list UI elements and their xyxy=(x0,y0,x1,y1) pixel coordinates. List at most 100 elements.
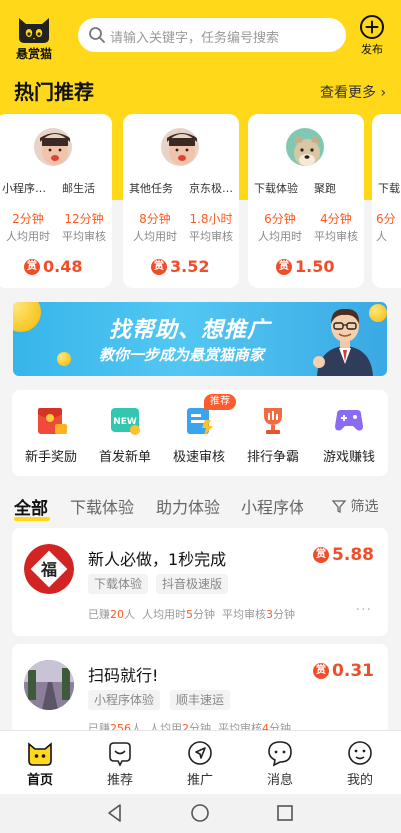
see-more-link[interactable]: 查看更多 › xyxy=(320,82,386,102)
hot-card[interactable]: 其他任务 京东极… 8分钟 1.8小时 人均用时 平均审核 赏 3.52 xyxy=(123,114,239,288)
see-more-label: 查看更多 xyxy=(320,85,376,101)
avg-time-value: 8分钟 xyxy=(139,212,171,226)
reward-amount: 3.52 xyxy=(170,257,210,276)
quick-entry-first-order[interactable]: NEW 首发新单 xyxy=(90,402,160,465)
hot-card-partial[interactable]: 下载 6分 人 xyxy=(372,114,401,288)
nav-messages[interactable]: 消息 xyxy=(250,739,310,788)
tab-mini-program[interactable]: 小程序体 xyxy=(241,494,303,518)
task-tag: 下载体验 xyxy=(88,574,149,594)
reward: 赏 0.48 xyxy=(24,256,82,276)
quick-entry-label: 排行争霸 xyxy=(246,450,299,465)
search-icon xyxy=(89,27,105,43)
nav-profile[interactable]: 我的 xyxy=(330,739,390,788)
category-tabs: 全部 下载体验 助力体验 小程序体 筛选 xyxy=(0,490,401,524)
more-options-icon[interactable]: ··· xyxy=(356,602,372,618)
nav-label: 推广 xyxy=(186,773,213,788)
tab-download[interactable]: 下载体验 xyxy=(70,494,134,518)
quick-entry-panel: 新手奖励 NEW 首发新单 极速审核 排行争霸 游戏赚钱 xyxy=(12,390,388,476)
review-time-label: 平均审核 xyxy=(189,230,233,243)
tab-assist[interactable]: 助力体验 xyxy=(156,494,220,518)
active-tab-indicator xyxy=(14,517,50,521)
dog-avatar-icon xyxy=(284,126,326,168)
chevron-right-icon: › xyxy=(380,85,387,101)
promote-icon xyxy=(188,741,212,765)
profile-icon xyxy=(348,741,372,765)
task-reward: 赏 5.88 xyxy=(313,544,374,565)
task-title: 扫码就行! xyxy=(88,666,159,685)
task-card[interactable]: 扫码就行! 小程序体验 顺丰速运 已赚256人 人均用2分钟 平均审核4分钟 赏… xyxy=(12,644,388,730)
quick-entry-fast-review[interactable]: 极速审核 xyxy=(164,402,234,465)
search-input[interactable]: 请输入关键字，任务编号搜索 xyxy=(110,27,279,46)
message-icon xyxy=(268,741,292,767)
nav-promote[interactable]: 推广 xyxy=(170,739,230,788)
task-stats: 已赚256人 人均用2分钟 平均审核4分钟 xyxy=(88,722,291,730)
card-tag: 下载体验 xyxy=(254,182,298,195)
reward-coin-icon: 赏 xyxy=(313,662,330,679)
quick-entry-label: 新手奖励 xyxy=(24,450,77,465)
recent-apps-square-icon[interactable] xyxy=(274,802,296,824)
task-card[interactable]: 福 新人必做，1秒完成 下载体验 抖音极速版 已赚20人 人均用时5分钟 平均审… xyxy=(12,528,388,636)
avg-time-label: 人均用时 xyxy=(6,230,50,243)
red-envelope-icon xyxy=(33,402,69,438)
merchant-banner[interactable]: 找帮助、想推广 教你一步成为悬赏猫商家 xyxy=(13,302,387,376)
avg-time-label: 人均用时 xyxy=(258,230,302,243)
reward-amount: 0.48 xyxy=(43,257,83,276)
avg-time-label: 人 xyxy=(376,230,387,243)
publish-button[interactable]: 发布 xyxy=(354,14,390,57)
avg-time-label: 人均用时 xyxy=(133,230,177,243)
reward-coin-icon: 赏 xyxy=(24,258,40,275)
recommend-badge: 推荐 xyxy=(204,394,236,410)
nav-label: 消息 xyxy=(266,773,293,788)
task-title: 新人必做，1秒完成 xyxy=(88,550,227,569)
task-reward-amount: 0.31 xyxy=(332,660,374,681)
app-name: 悬赏猫 xyxy=(15,47,52,61)
kid-avatar-icon xyxy=(159,126,201,168)
reward-coin-icon: 赏 xyxy=(151,258,167,275)
nav-recommend[interactable]: 推荐 xyxy=(90,739,150,788)
review-time-value: 1.8小时 xyxy=(189,212,233,226)
card-tag: 聚跑 xyxy=(314,182,336,195)
nav-label: 我的 xyxy=(346,773,373,788)
filter-label: 筛选 xyxy=(350,499,379,515)
reward: 赏 1.50 xyxy=(276,256,334,276)
task-tag: 顺丰速运 xyxy=(170,690,231,710)
avg-time-value: 2分钟 xyxy=(12,212,44,226)
task-reward-amount: 5.88 xyxy=(332,544,374,565)
filter-button[interactable]: 筛选 xyxy=(331,496,379,516)
task-tag: 小程序体验 xyxy=(88,690,161,710)
hot-recommend-list: 小程序… 邮生活 2分钟 12分钟 人均用时 平均审核 赏 0.48 其他任务 京… xyxy=(0,114,401,290)
plus-circle-icon xyxy=(360,15,384,39)
avg-time-value: 6分 xyxy=(376,212,396,226)
search-bar[interactable]: 请输入关键字，任务编号搜索 xyxy=(78,18,346,52)
gold-coin-decoration xyxy=(57,352,71,366)
banner-headline: 找帮助、想推广 xyxy=(109,318,271,343)
app-logo[interactable]: 悬赏猫 xyxy=(12,14,56,62)
trophy-icon xyxy=(255,402,291,438)
task-tag: 抖音极速版 xyxy=(156,574,229,594)
hot-card[interactable]: 下载体验 聚跑 6分钟 4分钟 人均用时 平均审核 赏 1.50 xyxy=(248,114,364,288)
gamepad-icon xyxy=(331,402,367,438)
review-time-label: 平均审核 xyxy=(314,230,358,243)
card-tag: 下载 xyxy=(378,182,400,195)
quick-entry-label: 极速审核 xyxy=(172,450,225,465)
quick-entry-game[interactable]: 游戏赚钱 xyxy=(314,402,384,465)
banner-subline: 教你一步成为悬赏猫商家 xyxy=(99,346,265,364)
tab-all[interactable]: 全部 xyxy=(14,494,48,519)
svg-text:福: 福 xyxy=(40,560,57,579)
gold-coin-decoration xyxy=(13,302,41,332)
quick-entry-ranking[interactable]: 排行争霸 xyxy=(238,402,308,465)
reward-amount: 1.50 xyxy=(295,257,335,276)
review-time-value: 4分钟 xyxy=(320,212,352,226)
nav-home[interactable]: 首页 xyxy=(10,739,70,788)
reward-coin-icon: 赏 xyxy=(313,546,330,563)
road-photo-avatar-icon xyxy=(24,660,74,710)
nav-label: 首页 xyxy=(26,773,53,788)
recommend-icon xyxy=(109,742,131,767)
back-triangle-icon[interactable] xyxy=(104,802,126,824)
new-tag-icon: NEW xyxy=(107,402,143,438)
hot-card[interactable]: 小程序… 邮生活 2分钟 12分钟 人均用时 平均审核 赏 0.48 xyxy=(0,114,112,288)
quick-entry-newbie-reward[interactable]: 新手奖励 xyxy=(16,402,86,465)
publish-label: 发布 xyxy=(361,43,383,56)
home-circle-icon[interactable] xyxy=(189,802,211,824)
review-time-value: 12分钟 xyxy=(64,212,104,226)
